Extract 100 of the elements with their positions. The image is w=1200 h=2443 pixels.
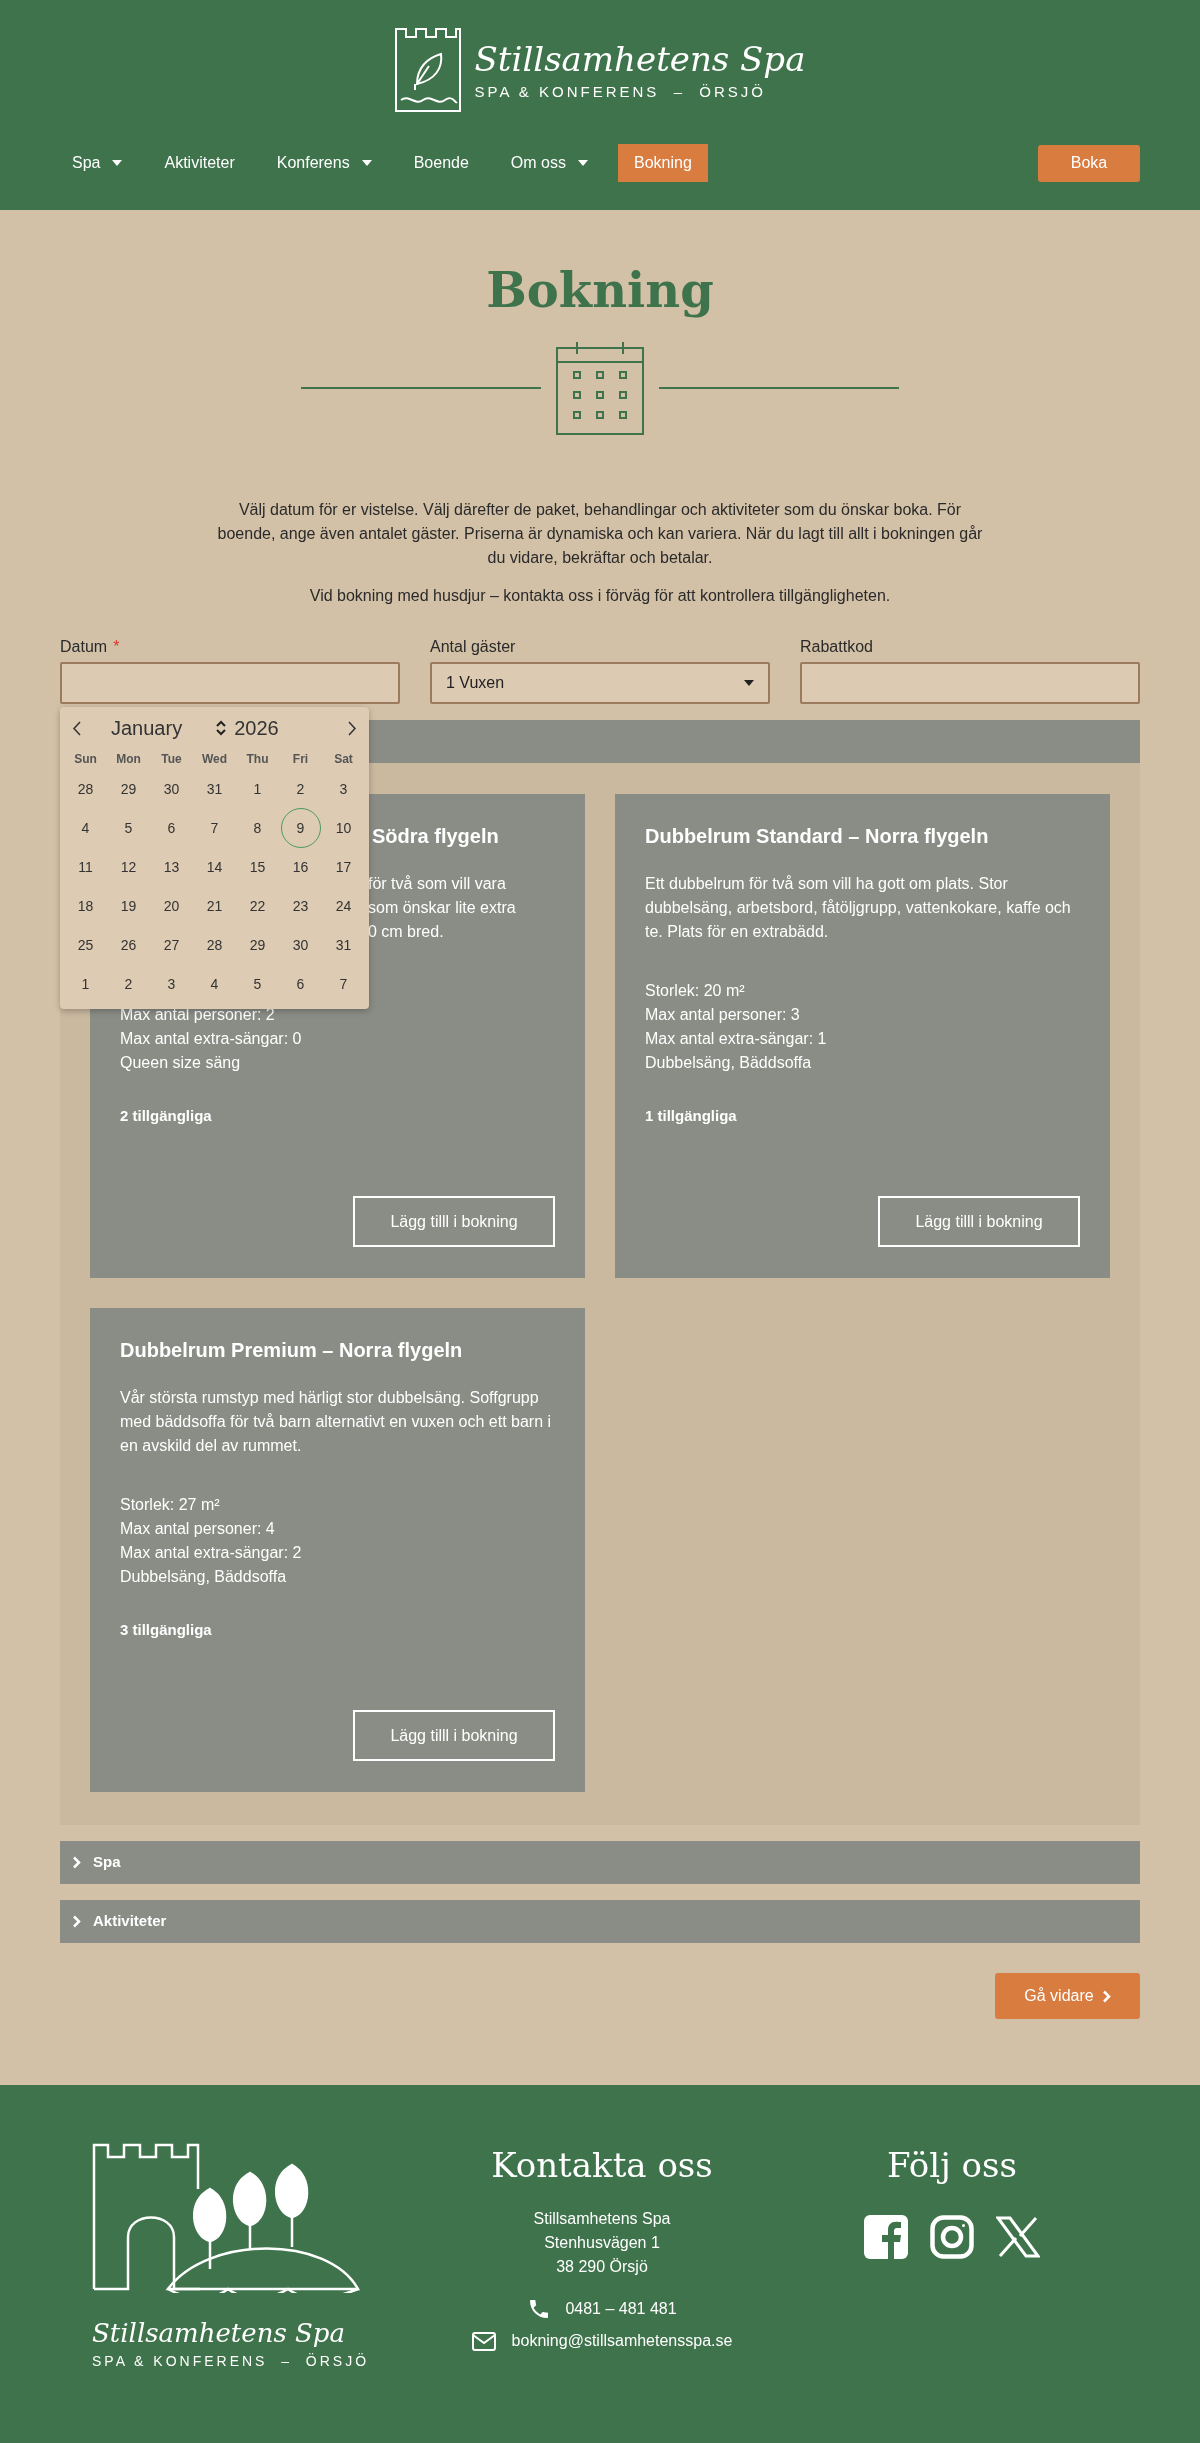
address-line: Stenhusvägen 1 xyxy=(544,2233,660,2253)
year-field[interactable]: 2026 xyxy=(234,713,279,743)
page-title: Bokning xyxy=(485,261,715,320)
room-spec: Max antal personer: 4 xyxy=(120,1519,276,1539)
address-line: 38 290 Örsjö xyxy=(556,2257,648,2277)
guests-select[interactable]: 1 Vuxen xyxy=(430,662,770,704)
x-logo-icon[interactable] xyxy=(996,2216,1040,2258)
weekday-label: Sun xyxy=(73,751,98,768)
calendar-day[interactable]: 11 xyxy=(65,847,106,887)
calendar-day[interactable]: 27 xyxy=(151,925,192,965)
calendar-day[interactable]: 31 xyxy=(323,925,364,965)
room-description-fragment: för två som vill vara xyxy=(368,874,507,894)
caret-down-icon xyxy=(361,160,372,166)
caret-down-icon xyxy=(744,680,754,686)
calendar-day[interactable]: 16 xyxy=(280,847,321,887)
calendar-day[interactable]: 18 xyxy=(65,886,106,926)
required-marker: * xyxy=(113,637,120,657)
room-description: Ett dubbelrum för två som vill ha gott om plats. Stor dubbelsäng, arbetsbord, fåtöljgrupp, vattenkokare, kaffe och te. Plats för en extrabädd. xyxy=(645,874,1072,942)
previous-month-icon[interactable] xyxy=(72,720,81,736)
nav-link[interactable]: Om oss xyxy=(498,144,600,182)
chevron-right-icon xyxy=(1101,1989,1111,2003)
footer-logo-tagline: SPA & KONFERENS – ÖRSJÖ xyxy=(92,2352,370,2371)
calendar-day[interactable]: 19 xyxy=(108,886,149,926)
room-spec: Storlek: 20 m² xyxy=(645,981,746,1001)
calendar-day[interactable]: 31 xyxy=(194,769,235,809)
field-label: Rabattkod xyxy=(800,637,874,657)
discount-code-field[interactable] xyxy=(800,662,1140,704)
calendar-day[interactable]: 25 xyxy=(65,925,106,965)
calendar-day[interactable]: 7 xyxy=(323,964,364,1004)
calendar-day[interactable]: 5 xyxy=(108,808,149,848)
contact-heading: Kontakta oss xyxy=(491,2144,713,2187)
calendar-day[interactable]: 30 xyxy=(280,925,321,965)
chevron-right-icon xyxy=(72,1856,81,1869)
calendar-day[interactable]: 30 xyxy=(151,769,192,809)
up-down-arrows-icon[interactable] xyxy=(216,720,227,736)
next-month-icon[interactable] xyxy=(348,720,357,736)
facebook-icon[interactable] xyxy=(864,2215,908,2259)
nav-link[interactable]: Aktiviteter xyxy=(152,144,247,182)
calendar-day[interactable]: 1 xyxy=(65,964,106,1004)
calendar-day[interactable]: 17 xyxy=(323,847,364,887)
weekday-label: Thu xyxy=(245,751,270,768)
room-spec: Max antal extra-sängar: 0 xyxy=(120,1029,303,1049)
availability-text: 2 tillgängliga xyxy=(120,1106,213,1126)
calendar-day[interactable]: 28 xyxy=(65,769,106,809)
chevron-right-icon xyxy=(72,1915,81,1928)
calendar-day[interactable]: 20 xyxy=(151,886,192,926)
room-title: Södra flygeln xyxy=(372,824,500,849)
calendar-day[interactable]: 29 xyxy=(237,925,278,965)
nav-link[interactable]: Spa xyxy=(60,144,135,182)
phone-number: 0481 – 481 481 xyxy=(565,2299,677,2319)
logo-script-text: Stillsamhetens Spa xyxy=(474,37,806,81)
calendar-day[interactable]: 13 xyxy=(151,847,192,887)
availability-text: 3 tillgängliga xyxy=(120,1620,213,1640)
calendar-day[interactable]: 6 xyxy=(151,808,192,848)
calendar-day[interactable]: 7 xyxy=(194,808,235,848)
calendar-day[interactable]: 3 xyxy=(323,769,364,809)
calendar-day[interactable]: 15 xyxy=(237,847,278,887)
room-title: Dubbelrum Standard – Norra flygeln xyxy=(645,824,990,849)
calendar-day[interactable]: 4 xyxy=(65,808,106,848)
calendar-day[interactable]: 23 xyxy=(280,886,321,926)
calendar-day[interactable]: 26 xyxy=(108,925,149,965)
room-spec: Max antal personer: 3 xyxy=(645,1005,801,1025)
address-line: Stillsamhetens Spa xyxy=(533,2209,671,2229)
weekday-label: Wed xyxy=(200,751,229,768)
calendar-day[interactable]: 3 xyxy=(151,964,192,1004)
instagram-icon[interactable] xyxy=(930,2215,974,2259)
date-field[interactable] xyxy=(60,662,400,704)
calendar-day[interactable]: 1 xyxy=(237,769,278,809)
intro-paragraph: Välj datum för er vistelse. Välj därefter de paket, behandlingar och aktiviteter som du önskar boka. För boende, ange även antalet gäster. Priserna är dynamiska och kan variera. När du lagt till allt i bokningen går du vidare, bekräftar och betalar. xyxy=(216,500,984,568)
calendar-day[interactable]: 10 xyxy=(323,808,364,848)
calendar-day[interactable]: 28 xyxy=(194,925,235,965)
room-spec: Queen size säng xyxy=(120,1053,242,1073)
calendar-day[interactable]: 24 xyxy=(323,886,364,926)
field-label: Datum xyxy=(60,637,108,657)
room-description: Vår största rumstyp med härligt stor dubbelsäng. Soffgrupp med bäddsoffa för två barn alternativt en vuxen och ett barn i en avskild del av rummet. xyxy=(120,1388,553,1456)
calendar-day[interactable]: 22 xyxy=(237,886,278,926)
nav-link[interactable]: Boende xyxy=(401,144,481,182)
logo-tagline: SPA & KONFERENS – ÖRSJÖ xyxy=(474,81,768,102)
calendar-day[interactable]: 8 xyxy=(237,808,278,848)
calendar-day[interactable]: 4 xyxy=(194,964,235,1004)
calendar-day[interactable]: 29 xyxy=(108,769,149,809)
footer-logo-script: Stillsamhetens Spa xyxy=(92,2317,346,2350)
calendar-day[interactable]: 14 xyxy=(194,847,235,887)
envelope-icon xyxy=(471,2331,496,2351)
calendar-day[interactable]: 2 xyxy=(280,769,321,809)
calendar-day[interactable]: 5 xyxy=(237,964,278,1004)
room-spec: Max antal extra-sängar: 2 xyxy=(120,1543,303,1563)
calendar-day[interactable]: 21 xyxy=(194,886,235,926)
calendar-day[interactable]: 12 xyxy=(108,847,149,887)
field-label: Antal gäster xyxy=(430,637,517,657)
month-label[interactable]: January xyxy=(111,713,183,743)
email-link[interactable]: bokning@stillsamhetensspa.se xyxy=(511,2329,733,2353)
nav-link[interactable]: Konferens xyxy=(264,144,384,182)
room-spec: Storlek: 27 m² xyxy=(120,1495,221,1515)
room-title: Dubbelrum Premium – Norra flygeln xyxy=(120,1338,464,1363)
calendar-day[interactable]: 2 xyxy=(108,964,149,1004)
calendar-day[interactable]: 6 xyxy=(280,964,321,1004)
room-spec: Max antal extra-sängar: 1 xyxy=(645,1029,828,1049)
weekday-label: Sat xyxy=(333,751,354,768)
calendar-icon xyxy=(555,340,645,436)
